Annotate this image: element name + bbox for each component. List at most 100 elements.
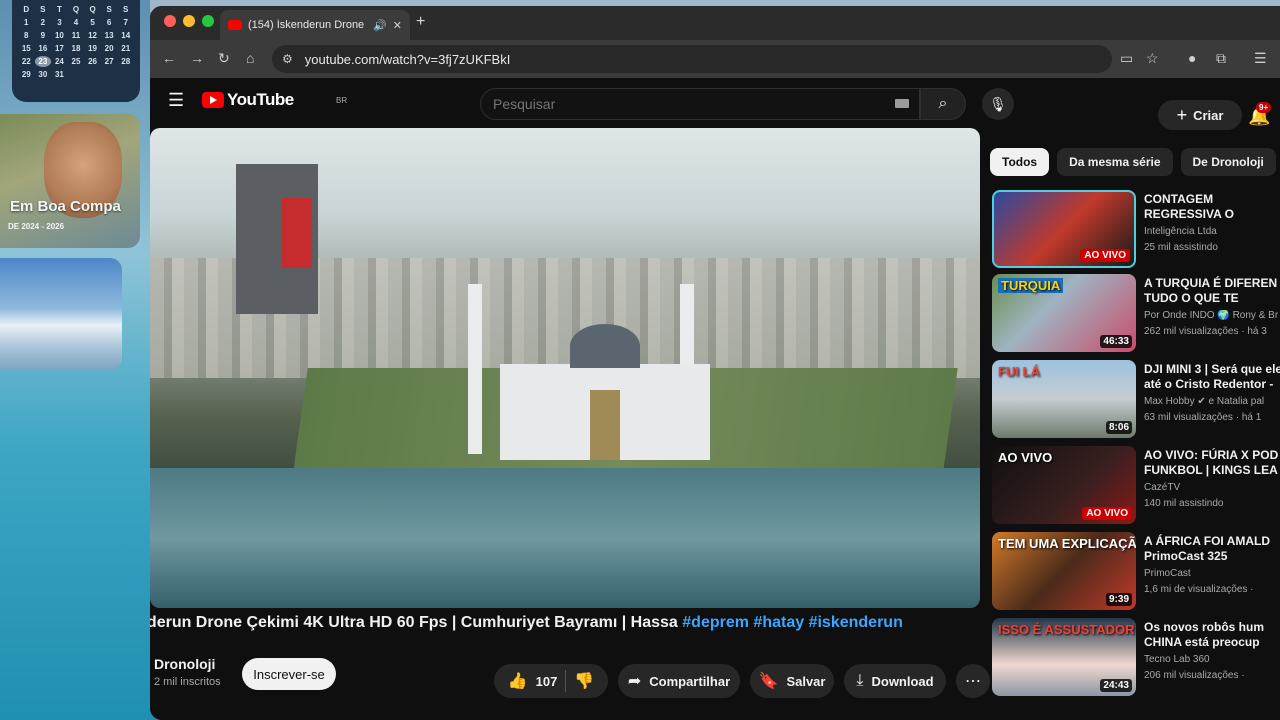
calendar-day[interactable]: 21 [117, 43, 134, 54]
recommendation-title[interactable]: A ÁFRICA FOI AMALD PrimoCast 325 [1144, 534, 1280, 564]
calendar-day[interactable]: 18 [68, 43, 85, 54]
calendar-day[interactable]: 11 [68, 30, 85, 41]
mountain-photo-widget[interactable] [0, 258, 122, 370]
calendar-day[interactable]: 19 [84, 43, 101, 54]
calendar-day[interactable]: 23 [34, 56, 52, 67]
browser-tab-active[interactable]: (154) İskenderun Drone Ç 🔊 ✕ [220, 10, 410, 40]
recommendation-thumbnail[interactable]: FUI LÁ 8:06 [992, 360, 1136, 438]
calendar-day[interactable]: 8 [18, 30, 35, 41]
calendar-day[interactable]: 31 [51, 69, 68, 80]
reload-icon[interactable]: ↻ [218, 50, 230, 66]
maximize-window-button[interactable] [202, 15, 214, 27]
site-info-icon[interactable]: ⚙ [282, 52, 293, 66]
close-icon[interactable]: ✕ [393, 19, 402, 32]
recommendation-item[interactable]: TEM UMA EXPLICAÇÃO 9:39 A ÁFRICA FOI AMA… [992, 532, 1280, 612]
calendar-day[interactable]: 26 [84, 56, 101, 67]
home-icon[interactable]: ⌂ [246, 50, 254, 66]
extensions-icon[interactable]: ⧉ [1216, 50, 1226, 66]
thumbs-up-icon[interactable]: 👍 [508, 671, 528, 691]
new-tab-button[interactable]: + [416, 14, 425, 30]
search-input[interactable] [493, 96, 873, 112]
calendar-day[interactable]: 17 [51, 43, 68, 54]
download-button[interactable]: ⤓ Download [844, 664, 946, 698]
calendar-day[interactable]: 14 [117, 30, 134, 41]
calendar-day[interactable]: 20 [101, 43, 118, 54]
calendar-day[interactable]: 28 [117, 56, 134, 67]
bookmark-star-icon[interactable]: ☆ [1146, 50, 1159, 66]
calendar-day[interactable]: 9 [35, 30, 52, 41]
calendar-day[interactable]: 6 [101, 17, 118, 28]
subscribe-button[interactable]: Inscrever-se [242, 658, 336, 690]
recommendation-item[interactable]: TURQUIA 46:33 A TURQUIA É DIFEREN TUDO O… [992, 274, 1280, 354]
url-text[interactable]: youtube.com/watch?v=3fj7zUKFBkI [305, 52, 511, 67]
recommendation-thumbnail[interactable]: ISSO É ASSUSTADOR 24:43 [992, 618, 1136, 696]
calendar-day[interactable]: 5 [84, 17, 101, 28]
video-player[interactable] [150, 128, 980, 608]
recommendation-thumbnail[interactable]: TURQUIA 46:33 [992, 274, 1136, 352]
recommendation-thumbnail[interactable]: AO VIVO [992, 190, 1136, 268]
calendar-day[interactable]: 24 [51, 56, 68, 67]
speaker-icon[interactable]: 🔊 [373, 19, 387, 32]
recommendation-title[interactable]: Os novos robôs hum CHINA está preocup [1144, 620, 1280, 650]
calendar-day[interactable]: 22 [18, 56, 35, 67]
calendar-day[interactable] [84, 69, 101, 80]
more-actions-button[interactable]: ⋯ [956, 664, 990, 698]
back-arrow-icon[interactable]: ← [162, 50, 176, 66]
recommendation-title[interactable]: A TURQUIA É DIFEREN TUDO O QUE TE DISSER… [1144, 276, 1280, 306]
recommendation-item[interactable]: ISSO É ASSUSTADOR 24:43 Os novos robôs h… [992, 618, 1280, 698]
calendar-day[interactable]: 27 [101, 56, 118, 67]
chip-from-channel[interactable]: De Dronoloji [1180, 148, 1276, 176]
keyboard-icon[interactable] [895, 99, 909, 108]
thumbs-down-icon[interactable]: 👎 [574, 671, 594, 691]
calendar-day[interactable]: 16 [35, 43, 52, 54]
notifications-button[interactable]: 🔔 9+ [1248, 102, 1272, 127]
recommendation-title[interactable]: DJI MINI 3 | Será que ele até o Cristo R… [1144, 362, 1280, 392]
calendar-day[interactable]: 12 [84, 30, 101, 41]
cast-icon[interactable]: ▭ [1120, 50, 1133, 66]
browser-menu-icon[interactable]: ☰ [1254, 50, 1267, 66]
calendar-day[interactable]: 1 [18, 17, 35, 28]
recommendation-channel[interactable]: Inteligência Ltda [1144, 226, 1280, 237]
recommendation-title[interactable]: AO VIVO: FÚRIA X POD FUNKBOL | KINGS LEA [1144, 448, 1280, 478]
recommendation-title[interactable]: CONTAGEM REGRESSIVA O APOCALIPSE: DANIEL… [1144, 192, 1280, 222]
share-button[interactable]: ➦ Compartilhar [618, 664, 740, 698]
save-button[interactable]: 🔖 Salvar [750, 664, 834, 698]
address-bar[interactable]: ⚙ youtube.com/watch?v=3fj7zUKFBkI [272, 45, 1112, 73]
calendar-day[interactable]: 29 [18, 69, 35, 80]
chip-all[interactable]: Todos [990, 148, 1050, 176]
minimize-window-button[interactable] [183, 15, 195, 27]
close-window-button[interactable] [164, 15, 176, 27]
recommendation-item[interactable]: AO VIVO AO VIVO AO VIVO: FÚRIA X POD FUN… [992, 446, 1280, 526]
calendar-day[interactable]: 15 [18, 43, 35, 54]
voice-search-button[interactable]: 🎙 [982, 88, 1014, 120]
calendar-day[interactable] [68, 69, 85, 80]
chip-same-series[interactable]: Da mesma série [1057, 148, 1173, 176]
hashtag-link[interactable]: #iskenderun [809, 614, 903, 631]
photo-widget[interactable]: Em Boa Compa DE 2024 - 2026 [0, 114, 140, 248]
calendar-day[interactable]: 3 [51, 17, 68, 28]
calendar-day[interactable]: 13 [101, 30, 118, 41]
recommendation-channel[interactable]: Max Hobby ✔ e Natalia pal [1144, 396, 1280, 407]
recommendation-channel[interactable]: Por Onde INDO 🌍 Rony & Br [1144, 310, 1280, 321]
recommendation-thumbnail[interactable]: AO VIVO AO VIVO [992, 446, 1136, 524]
hashtag-link[interactable]: #hatay [753, 614, 804, 631]
recommendation-thumbnail[interactable]: TEM UMA EXPLICAÇÃO 9:39 [992, 532, 1136, 610]
search-button[interactable]: ⌕ [920, 88, 966, 120]
like-count[interactable]: 107 [536, 674, 558, 689]
recommendation-item[interactable]: FUI LÁ 8:06 DJI MINI 3 | Será que ele at… [992, 360, 1280, 440]
recommendation-item[interactable]: AO VIVO CONTAGEM REGRESSIVA O APOCALIPSE… [992, 190, 1280, 270]
recommendation-channel[interactable]: CazéTV [1144, 482, 1280, 493]
channel-name[interactable]: Dronoloji [154, 656, 215, 672]
forward-arrow-icon[interactable]: → [190, 50, 204, 66]
calendar-day[interactable] [117, 69, 134, 80]
calendar-day[interactable]: 30 [35, 69, 52, 80]
calendar-widget[interactable]: D S T Q Q S S 1 2 3 4 5 6 7 8 9 10 11 12 13 14 15 16 17 18 19 20 21… [12, 0, 140, 102]
search-box[interactable] [480, 88, 920, 120]
recommendation-channel[interactable]: Tecno Lab 360 [1144, 654, 1280, 665]
youtube-logo[interactable]: YouTube BR [202, 90, 347, 110]
recommendation-channel[interactable]: PrimoCast [1144, 568, 1280, 579]
calendar-day[interactable]: 2 [35, 17, 52, 28]
calendar-day[interactable]: 7 [117, 17, 134, 28]
hashtag-link[interactable]: #deprem [682, 614, 749, 631]
profile-icon[interactable]: ● [1188, 50, 1196, 66]
